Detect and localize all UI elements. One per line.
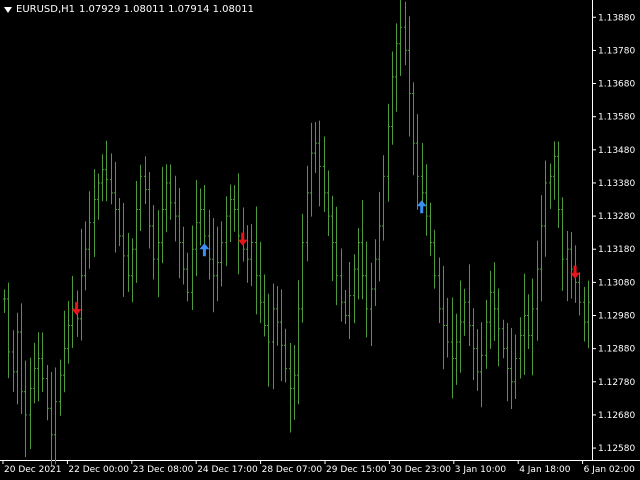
symbol-header[interactable]: EURUSD,H1 1.07929 1.08011 1.07914 1.0801… — [4, 3, 254, 17]
price-tick-label: 1.12880 — [598, 345, 635, 355]
price-scale[interactable]: 1.13880 1.13780 1.13680 1.13580 1.13480 1.133… — [592, 13, 635, 454]
time-tick-label: 3 Jan 10:00 — [455, 465, 507, 475]
time-tick-label: 29 Dec 15:00 — [326, 465, 387, 475]
price-tick-label: 1.13080 — [598, 278, 635, 288]
price-tick-label: 1.13480 — [598, 146, 635, 156]
ohlc-values: 1.07929 1.08011 1.07914 1.08011 — [79, 4, 254, 15]
time-tick-label: 6 Jan 02:00 — [584, 465, 636, 475]
price-tick-label: 1.13780 — [598, 46, 635, 56]
price-tick-label: 1.12780 — [598, 378, 635, 388]
time-tick-label: 4 Jan 18:00 — [519, 465, 571, 475]
price-bars — [3, 0, 590, 467]
price-tick-label: 1.12680 — [598, 411, 635, 421]
time-tick-label: 22 Dec 00:00 — [68, 465, 129, 475]
time-tick-label: 23 Dec 08:00 — [133, 465, 194, 475]
price-chart[interactable]: 1.13880 1.13780 1.13680 1.13580 1.13480 1.133… — [0, 0, 640, 480]
chart-window[interactable]: 1.13880 1.13780 1.13680 1.13580 1.13480 1.133… — [0, 0, 640, 480]
price-tick-label: 1.12980 — [598, 312, 635, 322]
time-scale[interactable]: 20 Dec 2021 22 Dec 00:00 23 Dec 08:00 24 De… — [2, 460, 636, 475]
price-tick-label: 1.13880 — [598, 13, 635, 23]
time-tick-label: 24 Dec 17:00 — [197, 465, 258, 475]
price-tick-label: 1.13280 — [598, 212, 635, 222]
price-tick-label: 1.12580 — [598, 444, 635, 454]
time-tick-label: 20 Dec 2021 — [4, 465, 62, 475]
price-tick-label: 1.13680 — [598, 80, 635, 90]
signal-arrows — [71, 200, 581, 316]
price-tick-label: 1.13180 — [598, 245, 635, 255]
time-tick-label: 30 Dec 23:00 — [390, 465, 451, 475]
triangle-down-icon[interactable] — [4, 7, 12, 13]
time-tick-label: 28 Dec 07:00 — [262, 465, 323, 475]
symbol-label: EURUSD,H1 — [16, 4, 76, 15]
down-arrow-icon — [237, 232, 248, 246]
up-arrow-icon — [416, 200, 427, 214]
price-tick-label: 1.13380 — [598, 179, 635, 189]
price-tick-label: 1.13580 — [598, 113, 635, 123]
